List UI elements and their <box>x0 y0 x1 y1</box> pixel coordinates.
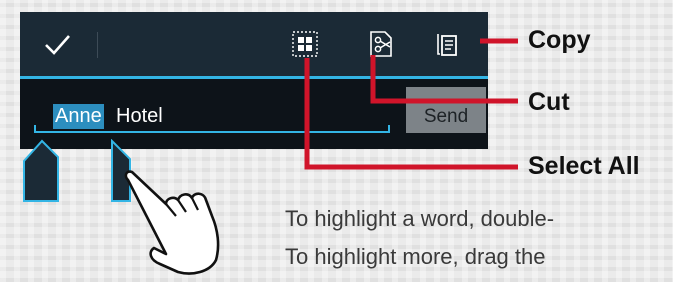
instruction-line-2: To highlight more, drag the <box>285 244 546 269</box>
select-all-callout-label: Select All <box>528 152 640 180</box>
send-button[interactable]: Send <box>406 87 486 133</box>
action-bar-divider <box>97 32 98 58</box>
phone-screen: Send Anne Hotel <box>20 12 488 149</box>
instruction-line-1: To highlight a word, double- <box>285 206 555 231</box>
done-checkmark-icon[interactable] <box>42 30 72 60</box>
unselected-text[interactable]: Hotel <box>116 104 163 129</box>
compose-area: Send Anne Hotel <box>20 79 488 149</box>
text-field-tick-left <box>34 125 36 133</box>
selected-word[interactable]: Anne <box>53 104 104 129</box>
contextual-action-bar <box>20 12 488 76</box>
select-all-icon[interactable] <box>292 30 318 58</box>
cut-icon[interactable] <box>368 30 394 58</box>
cut-callout-label: Cut <box>528 88 570 116</box>
text-field-tick-right <box>388 125 390 133</box>
text-field-underline <box>34 131 390 133</box>
copy-icon[interactable] <box>434 30 460 58</box>
selection-handle-left[interactable] <box>20 139 60 203</box>
pointing-hand-icon <box>124 170 220 275</box>
copy-callout-label: Copy <box>528 26 591 54</box>
